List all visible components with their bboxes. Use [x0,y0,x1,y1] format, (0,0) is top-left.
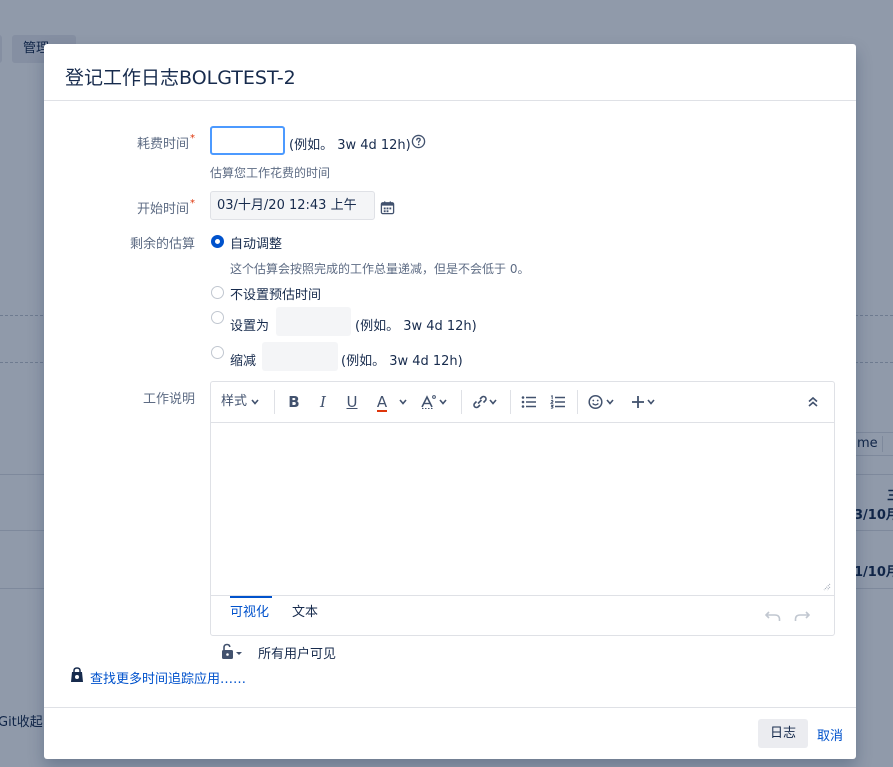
chevron-down-icon [251,398,259,405]
radio-set-to[interactable] [211,311,224,324]
work-description-label: 工作说明 [44,388,195,407]
numbered-list-button[interactable] [550,392,566,412]
underline-button[interactable]: U [343,392,361,412]
set-to-example: (例如。 3w 4d 12h) [355,319,477,334]
start-time-label-text: 开始时间 [136,202,189,217]
log-button[interactable]: 日志 [758,719,808,748]
dialog-footer [44,707,856,759]
toolbar-divider [510,390,511,414]
radio-set-to-label[interactable]: 设置为 [230,315,269,334]
marketplace-bag-icon [71,667,83,682]
text-color-letter: A [376,393,388,412]
link-button[interactable] [471,392,501,412]
radio-reduce-by-label[interactable]: 缩减 [230,350,256,369]
insert-button[interactable] [631,392,661,412]
log-work-dialog: 登记工作日志BOLGTEST-2 耗费时间* (例如。 3w 4d 12h) 估… [44,44,856,759]
radio-no-estimate-label[interactable]: 不设置预估时间 [230,284,321,303]
toolbar-divider [274,390,275,414]
required-mark: * [190,198,195,209]
bold-button[interactable]: B [285,392,303,412]
chevron-down-icon [399,399,407,405]
time-spent-label: 耗费时间* [44,133,195,152]
help-icon[interactable] [411,134,426,149]
style-dropdown[interactable]: 样式 [221,392,265,412]
text-color-button[interactable]: A [372,392,392,412]
reduce-by-example: (例如。 3w 4d 12h) [341,354,463,369]
required-mark: * [190,133,195,144]
more-formatting-button[interactable] [421,392,451,412]
time-spent-input[interactable] [210,126,285,155]
radio-auto-adjust[interactable] [211,235,224,248]
rich-text-editor: 样式 B I U A 可视化 文本 [210,381,835,636]
remaining-estimate-label-text: 剩余的估算 [129,237,195,252]
time-spent-description: 估算您工作花费的时间 [210,166,331,180]
dialog-header: 登记工作日志BOLGTEST-2 [44,44,856,101]
resize-handle-icon[interactable] [823,583,831,591]
cancel-link[interactable]: 取消 [817,725,843,744]
plus-icon [632,396,655,408]
emoji-button[interactable] [588,392,618,412]
time-spent-example: (例如。 3w 4d 12h) [289,138,411,153]
active-tab-indicator [230,596,272,598]
tab-text[interactable]: 文本 [292,601,318,620]
text-format-icon [421,395,447,409]
remaining-estimate-label: 剩余的估算 [44,233,195,252]
italic-button[interactable]: I [314,392,332,412]
start-time-input[interactable]: 03/十月/20 12:43 上午 [210,191,375,220]
undo-icon[interactable] [765,609,781,623]
calendar-icon[interactable] [380,200,395,215]
more-time-tracking-apps-link[interactable]: 查找更多时间追踪应用…… [90,668,246,687]
dialog-title: 登记工作日志BOLGTEST-2 [65,67,296,89]
numbered-list-icon [550,395,565,409]
work-description-label-text: 工作说明 [142,392,195,407]
bullet-list-icon [521,396,536,408]
collapse-toolbar-button[interactable] [807,392,821,412]
start-time-label: 开始时间* [44,198,195,217]
reduce-by-input[interactable] [262,342,338,371]
link-icon [473,395,497,409]
redo-icon[interactable] [794,609,810,623]
editor-mode-tabs: 可视化 文本 [211,595,834,635]
editor-toolbar: 样式 B I U A [211,382,834,423]
radio-auto-adjust-label[interactable]: 自动调整 [230,233,282,252]
tab-visual[interactable]: 可视化 [230,601,269,620]
radio-reduce-by[interactable] [211,346,224,359]
time-spent-label-text: 耗费时间 [136,137,189,152]
bullet-list-button[interactable] [521,392,537,412]
toolbar-divider [577,390,578,414]
toolbar-divider [461,390,462,414]
visibility-label: 所有用户可见 [258,647,337,662]
set-to-input[interactable] [276,307,351,336]
unlock-icon[interactable] [221,643,245,660]
editor-content-area[interactable] [211,424,834,594]
radio-no-estimate[interactable] [211,286,224,299]
emoji-icon [588,394,614,410]
style-dropdown-label: 样式 [221,394,248,409]
double-chevron-up-icon [808,396,818,407]
auto-adjust-description: 这个估算会按照完成的工作总量递减，但是不会低于 0。 [230,262,530,276]
text-color-dropdown[interactable] [399,392,409,412]
